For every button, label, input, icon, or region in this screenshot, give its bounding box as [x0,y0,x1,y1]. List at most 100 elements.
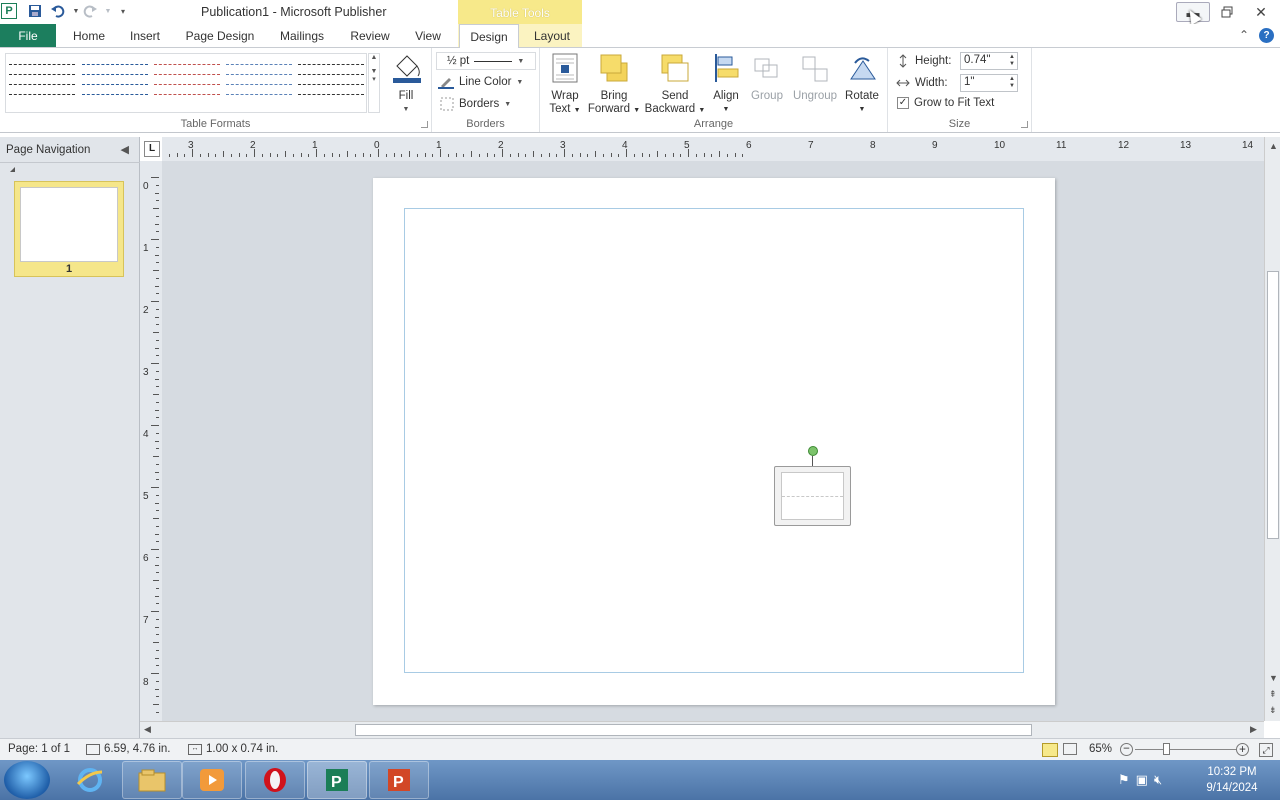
horizontal-scrollbar[interactable]: ◀ ▶ [140,721,1264,738]
ruler-number: 7 [143,615,149,626]
spinner-icon[interactable]: ▲ ▼ [1009,54,1015,68]
publication-page[interactable] [373,178,1055,705]
opera-icon[interactable] [245,761,305,799]
dropdown-arrow-icon: ▼ [722,106,730,113]
publisher-icon[interactable]: P [307,761,367,799]
tab-review[interactable]: Review [342,24,398,48]
ruler-tick [151,487,159,488]
system-clock[interactable]: 10:32 PM 9/14/2024 [1196,764,1268,796]
table-style-option[interactable] [82,59,148,107]
grow-to-fit-checkbox[interactable]: ✓ Grow to Fit Text [897,97,994,109]
vertical-scroll-thumb[interactable] [1267,271,1279,539]
line-weight-select[interactable]: ½ pt ▼ [436,52,536,70]
workspace[interactable] [162,161,1264,721]
action-center-flag-icon[interactable]: ⚑ [1118,772,1130,788]
vertical-ruler[interactable]: 0 1 2 3 4 5 6 7 8 [140,161,162,721]
tab-view[interactable]: View [406,24,450,48]
page-indicator[interactable]: Page: 1 of 1 [8,743,70,755]
internet-explorer-icon[interactable] [74,764,106,796]
single-page-view-icon[interactable] [1042,743,1058,757]
save-icon[interactable] [27,3,43,19]
tab-home[interactable]: Home [62,24,116,48]
bring-forward-label-2: Forward [587,103,631,115]
ruler-tick [230,154,232,157]
tab-selector[interactable]: L [144,141,160,157]
ruler-tick [156,494,159,496]
collapse-pane-icon[interactable]: ◀ [121,143,129,156]
page-thumbnail-preview [20,187,118,262]
tab-design[interactable]: Design [459,24,519,49]
table-object[interactable] [774,466,851,526]
align-button[interactable]: Align ▼ [708,52,744,116]
ruler-tick [517,153,519,157]
tab-file[interactable]: File [0,24,56,47]
borders-group-label: Borders [466,118,505,130]
dialog-launcher-icon[interactable] [1021,121,1028,128]
horizontal-ruler[interactable]: 3 2 1 0 1 2 3 4 5 6 7 8 9 10 11 12 13 14 [162,137,1264,161]
checkbox-icon[interactable]: ✓ [897,97,909,109]
ruler-tick [401,154,403,157]
size-group-label: Size [948,118,971,130]
restore-button[interactable] [1210,2,1244,22]
dropdown-arrow-icon: ▼ [858,106,866,113]
zoom-in-icon[interactable]: + [1236,743,1249,756]
zoom-out-icon[interactable]: − [1120,743,1133,756]
volume-muted-icon[interactable]: 🔇︎ [1154,772,1162,788]
height-input[interactable]: 0.74" ▲ ▼ [960,52,1018,70]
previous-page-icon[interactable]: ⇞ [1269,689,1277,700]
horizontal-scroll-thumb[interactable] [355,724,1032,736]
borders-button[interactable]: Borders ▼ [440,97,511,111]
two-page-view-icon[interactable] [1063,743,1077,755]
next-page-icon[interactable]: ⇟ [1269,705,1277,716]
send-backward-button[interactable]: Send Backward ▼ [644,52,706,117]
table-formats-gallery[interactable] [5,53,367,113]
zoom-level[interactable]: 65% [1089,743,1112,755]
powerpoint-icon[interactable]: P [369,761,429,799]
start-button[interactable] [4,761,50,799]
tab-mailings[interactable]: Mailings [270,24,334,48]
line-color-button[interactable]: Line Color ▼ [438,75,523,89]
fill-button[interactable]: Fill ▼ [386,52,426,116]
network-icon[interactable]: ▣ [1136,772,1148,788]
rotate-button[interactable]: Rotate ▼ [842,52,882,116]
ruler-tick [680,154,682,157]
dialog-launcher-icon[interactable] [421,121,428,128]
ruler-tick [151,363,159,364]
windows-explorer-icon[interactable] [122,761,182,799]
undo-icon[interactable] [50,3,66,19]
section-expand-icon[interactable] [10,167,15,172]
table-cell[interactable] [781,472,844,520]
help-icon[interactable]: ? [1259,28,1274,43]
table-style-option[interactable] [154,59,220,107]
media-player-icon[interactable] [182,761,242,799]
page-thumbnail[interactable]: 1 [14,181,124,277]
scroll-right-icon[interactable]: ▶ [1250,724,1257,735]
publisher-icon[interactable]: P [1,3,17,19]
tab-page-design[interactable]: Page Design [180,24,260,48]
minimize-ribbon-icon[interactable]: ⌃ [1239,28,1249,43]
scroll-left-icon[interactable]: ◀ [144,724,151,735]
gallery-scroll[interactable]: ▲ ▼ ▾ [368,53,380,113]
ruler-tick [155,378,159,380]
close-button[interactable]: ✕ [1244,2,1278,22]
tab-layout[interactable]: Layout [524,24,580,48]
table-style-option[interactable] [9,59,75,107]
scroll-down-icon[interactable]: ▼ [1269,673,1278,683]
scroll-up-icon[interactable]: ▲ [1269,141,1278,151]
table-style-option[interactable] [298,59,364,107]
object-size[interactable]: ↔ 1.00 x 0.74 in. [188,743,278,755]
tab-insert[interactable]: Insert [120,24,170,48]
rotate-handle[interactable] [808,446,818,456]
dropdown-arrow-icon: ▼ [573,107,581,114]
width-input[interactable]: 1" ▲ ▼ [960,74,1018,92]
zoom-slider-track[interactable] [1135,749,1237,750]
fit-page-icon[interactable]: ⤢ [1259,743,1273,757]
table-style-option[interactable] [226,59,292,107]
customize-icon[interactable]: ▾ [115,3,131,19]
bring-forward-button[interactable]: Bring Forward ▼ [586,52,642,117]
spinner-icon[interactable]: ▲ ▼ [1009,76,1015,90]
wrap-text-button[interactable]: Wrap Text ▼ [546,52,584,117]
object-position[interactable]: 6.59, 4.76 in. [86,743,171,755]
zoom-slider-thumb[interactable] [1163,743,1170,755]
vertical-scrollbar[interactable]: ▲ ▼ ⇞ ⇟ [1264,137,1280,721]
